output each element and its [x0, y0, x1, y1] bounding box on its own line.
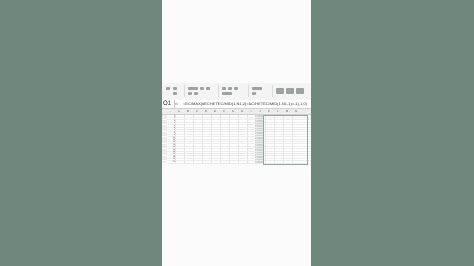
column-header[interactable]: L	[274, 109, 282, 114]
percent-icon[interactable]	[252, 92, 256, 95]
ribbon-group-number[interactable]	[250, 85, 273, 97]
column-header[interactable]: K	[265, 109, 273, 114]
column-header[interactable]: C	[193, 109, 201, 114]
spreadsheet-app: O1 fx =EC/MAX(#ECHETEC/MID(1,N1,2)=&C/HE…	[162, 83, 311, 165]
align-center-icon[interactable]	[228, 87, 232, 90]
column-header[interactable]: N	[292, 109, 300, 114]
formula-bar: O1 fx =EC/MAX(#ECHETEC/MID(1,N1,2)=&C/HE…	[162, 100, 311, 109]
font-select[interactable]	[188, 87, 198, 90]
conditional-format-icon[interactable]	[276, 88, 284, 94]
underline-icon[interactable]	[188, 92, 192, 95]
italic-icon[interactable]	[206, 87, 210, 90]
column-header[interactable]: I	[247, 109, 255, 114]
merge-icon[interactable]	[222, 92, 232, 95]
ribbon-group-font[interactable]	[186, 85, 219, 97]
align-right-icon[interactable]	[234, 87, 238, 90]
formula-input[interactable]: =EC/MAX(#ECHETEC/MID(1,N1,2)=&C/HETEC/MI…	[183, 100, 311, 108]
name-box[interactable]: O1	[162, 100, 175, 108]
column-header[interactable]: F	[220, 109, 228, 114]
ribbon-group-alignment[interactable]	[220, 85, 249, 97]
ribbon-group-styles[interactable]	[274, 85, 308, 97]
fx-icon[interactable]: fx	[175, 100, 178, 108]
align-left-icon[interactable]	[222, 87, 226, 90]
column-header[interactable]: B	[184, 109, 192, 114]
phone-frame: O1 fx =EC/MAX(#ECHETEC/MID(1,N1,2)=&C/HE…	[162, 0, 311, 266]
cell-styles-icon[interactable]	[296, 88, 304, 94]
number-format-select[interactable]	[252, 87, 262, 90]
column-header[interactable]: D	[202, 109, 210, 114]
column-header[interactable]: E	[211, 109, 219, 114]
bold-icon[interactable]	[200, 87, 204, 90]
format-table-icon[interactable]	[286, 88, 294, 94]
ribbon-group-clipboard[interactable]	[164, 85, 185, 97]
column-header[interactable]: J	[256, 109, 264, 114]
column-header[interactable]: G	[229, 109, 237, 114]
column-header[interactable]: M	[283, 109, 291, 114]
ribbon-toolbar	[162, 83, 311, 101]
copy-icon[interactable]	[173, 92, 177, 95]
column-header[interactable]: H	[238, 109, 246, 114]
paste-icon[interactable]	[166, 87, 170, 90]
selection-range	[263, 115, 308, 165]
fill-color-icon[interactable]	[194, 92, 198, 95]
column-header[interactable]: A	[175, 109, 183, 114]
cut-icon[interactable]	[173, 87, 177, 90]
